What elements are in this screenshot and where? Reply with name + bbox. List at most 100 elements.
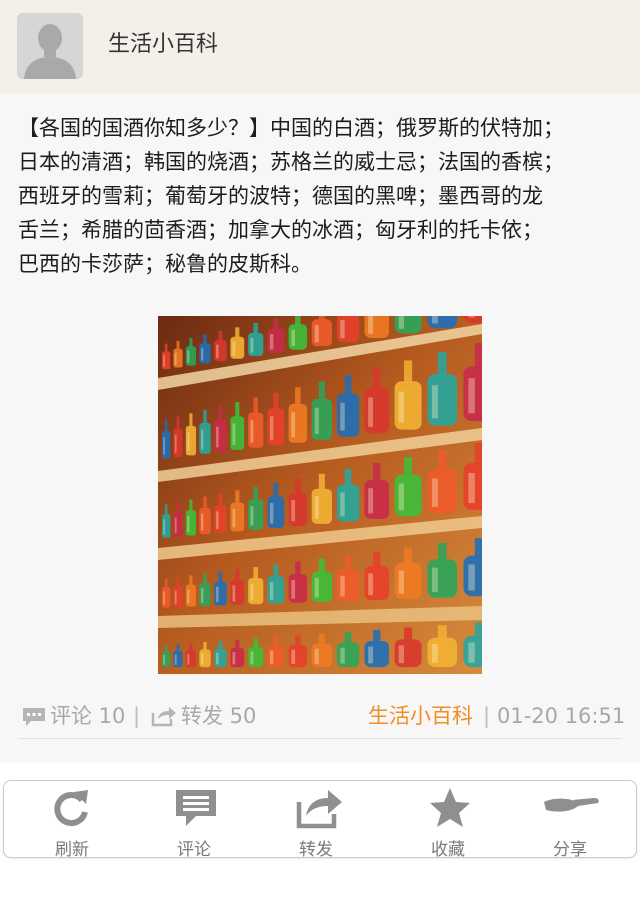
bottle-highlight (250, 651, 254, 665)
bottle-highlight (216, 511, 219, 529)
refresh-icon (54, 790, 88, 827)
bottle-neck (295, 478, 301, 494)
bottle-highlight (431, 316, 438, 324)
repost-count[interactable]: 转发 50 (181, 703, 256, 729)
share-button[interactable]: 分享 (510, 781, 630, 860)
bottle-neck (235, 327, 240, 338)
refresh-button[interactable]: 刷新 (12, 781, 132, 860)
bottle-neck (235, 639, 240, 649)
bottle-neck (295, 635, 301, 646)
comment-button[interactable]: 评论 (134, 781, 254, 860)
bottle-highlight (291, 580, 296, 599)
bottle-highlight (431, 478, 438, 507)
bottle-neck (437, 625, 447, 639)
bottle-neck (318, 633, 325, 645)
bottle-highlight (468, 316, 475, 318)
bottle (230, 647, 245, 668)
bottle-highlight (250, 420, 254, 443)
bottle-neck (164, 343, 168, 352)
avatar[interactable] (17, 13, 83, 79)
bottle-neck (437, 450, 447, 471)
bottle-neck (373, 551, 381, 567)
bottle-highlight (187, 350, 190, 363)
bottle-neck (189, 499, 193, 511)
post-source[interactable]: 生活小百科 (368, 703, 473, 729)
bottle-highlight (340, 402, 345, 431)
bottle-highlight (291, 412, 296, 438)
bottle-highlight (174, 590, 177, 605)
bottle-neck (295, 387, 301, 406)
bottle-neck (203, 496, 207, 509)
bottle-highlight (232, 341, 236, 356)
bottle-neck (164, 504, 168, 515)
bottle-highlight (314, 407, 319, 435)
bottle-neck (176, 340, 180, 350)
bottle-neck (253, 566, 259, 579)
bottle (230, 336, 245, 359)
bottle-highlight (269, 582, 274, 600)
share-icon (544, 794, 599, 812)
bottle (230, 502, 245, 532)
comment-small-icon (23, 708, 45, 726)
post-image[interactable] (158, 316, 482, 674)
bottle-neck (218, 331, 223, 341)
bottle-neck (474, 343, 482, 369)
bottle-neck (474, 622, 482, 637)
repost-button[interactable]: 转发 (256, 781, 376, 860)
bottle-neck (218, 571, 223, 583)
bottle-neck (273, 392, 279, 410)
bottle (185, 510, 197, 536)
bottle-highlight (174, 434, 177, 453)
repost-label: 转发 (299, 840, 333, 860)
bottle-highlight (232, 508, 236, 528)
post-card: 【各国的国酒你知多少？】中国的白酒；俄罗斯的伏特加； 日本的清酒；韩国的烧酒；苏… (0, 93, 640, 763)
repost-icon (296, 790, 342, 829)
bottle (230, 416, 245, 450)
bottle-highlight (174, 517, 177, 534)
bottle-neck (474, 538, 482, 557)
bottle-highlight (187, 653, 190, 665)
bottle-highlight (174, 352, 177, 365)
bottle-highlight (269, 650, 274, 665)
bottle-neck (164, 644, 168, 652)
bottle-neck (273, 482, 279, 498)
bottle-highlight (368, 646, 374, 664)
bottle (185, 584, 197, 607)
bottle-highlight (187, 515, 190, 532)
bottle-highlight (187, 589, 190, 604)
bottle (230, 580, 245, 605)
bottle-highlight (398, 316, 405, 329)
favorite-label: 收藏 (431, 840, 465, 860)
bottle-neck (176, 416, 180, 430)
bottle-highlight (201, 513, 204, 531)
bottle-neck (189, 413, 193, 427)
bottle-neck (318, 316, 325, 321)
bottle-highlight (201, 347, 204, 361)
bottle-highlight (368, 573, 374, 596)
bottle-highlight (216, 586, 219, 603)
bottle-neck (373, 368, 381, 389)
account-name[interactable]: 生活小百科 (108, 30, 218, 60)
bottle-neck (404, 360, 413, 383)
bottle-highlight (431, 385, 438, 419)
bottle-neck (253, 638, 259, 648)
post-meta: 评论 10 | 转发 50 生活小百科 | 01-20 16:51 (0, 693, 640, 737)
bottle-highlight (163, 654, 165, 665)
bottle-neck (253, 397, 259, 414)
bottle-neck (189, 575, 193, 586)
divider (18, 738, 622, 739)
bottle-highlight (216, 652, 219, 665)
bottle (185, 346, 197, 366)
header-bar: 生活小百科 (0, 0, 640, 93)
bottle-neck (437, 543, 447, 561)
bottle-highlight (340, 647, 345, 664)
favorite-button[interactable]: 收藏 (388, 781, 508, 860)
bottle-neck (203, 334, 207, 344)
bottle-highlight (201, 653, 204, 665)
bottle-highlight (216, 426, 219, 448)
comment-count[interactable]: 评论 10 (50, 703, 125, 729)
bottle-highlight (269, 333, 274, 350)
comment-label: 评论 (177, 840, 211, 860)
bottle-highlight (468, 473, 475, 504)
bottle-neck (404, 547, 413, 564)
